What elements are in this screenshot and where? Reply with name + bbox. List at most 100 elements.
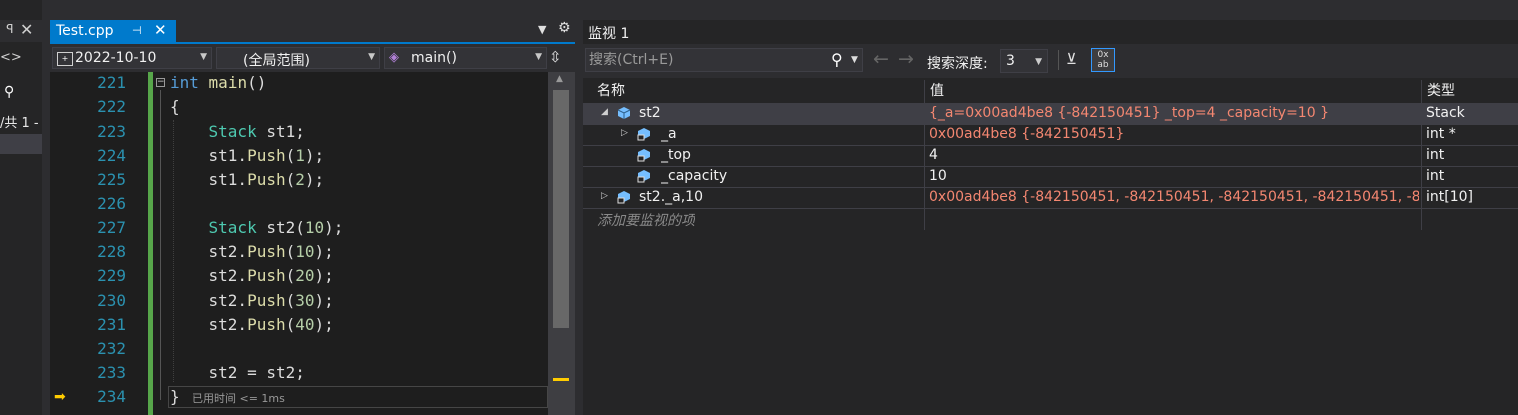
watch-row-top[interactable]: _top 4 int	[583, 145, 1518, 166]
code-token: 1	[295, 146, 305, 165]
watch-row-type: int	[1426, 168, 1445, 184]
line-number: 232	[97, 339, 126, 358]
split-editor-icon[interactable]: ⇳	[549, 48, 562, 66]
chevron-down-icon: ▼	[535, 52, 542, 62]
expand-arrow-icon[interactable]: ▷	[601, 191, 608, 201]
scrollbar-caret-marker	[553, 378, 569, 381]
code-token: Push	[247, 291, 286, 310]
line-number: 224	[97, 146, 126, 165]
code-token: {	[170, 97, 180, 116]
watch-search-box[interactable]: ⚲ ▼	[585, 48, 863, 72]
tab-pin-icon[interactable]: ⊣	[132, 24, 142, 37]
gear-icon[interactable]: ⚙	[558, 20, 571, 36]
watch-row-value[interactable]: {_a=0x00ad4be8 {-842150451} _top=4 _capa…	[929, 105, 1419, 121]
function-cube-icon: ◈	[389, 50, 399, 65]
watch-window-title[interactable]: 监视 1	[588, 23, 629, 43]
field-lock-icon	[637, 170, 650, 183]
tab-test-cpp[interactable]: Test.cpp ⊣ ✕	[50, 20, 176, 42]
watch-row-value[interactable]: 0x00ad4be8 {-842150451}	[929, 126, 1419, 142]
code-token: (	[285, 291, 296, 310]
scroll-up-icon[interactable]: ▲	[556, 74, 563, 84]
collapse-icon[interactable]: −	[156, 78, 165, 87]
project-dropdown[interactable]: + 2022-10-10 ▼	[52, 47, 212, 69]
code-token: 30	[295, 291, 315, 310]
scope-name: (全局范围)	[243, 53, 310, 69]
function-dropdown[interactable]: ◈ main() ▼	[384, 47, 547, 69]
code-token: );	[304, 146, 325, 165]
object-icon	[617, 107, 631, 119]
watch-row-name: _a	[661, 126, 677, 142]
chevron-down-icon[interactable]: ▼	[851, 55, 858, 65]
search-next-icon[interactable]: →	[898, 48, 914, 70]
code-token: Stack	[208, 218, 257, 237]
search-depth-label: 搜索深度:	[927, 56, 988, 72]
change-tracking-bar	[148, 72, 153, 415]
code-token: Push	[247, 242, 286, 261]
perf-tip[interactable]: 已用时间 <= 1ms	[192, 390, 285, 406]
code-token: st1.	[170, 146, 248, 165]
column-separator[interactable]	[1421, 80, 1422, 230]
code-token: (	[285, 315, 296, 334]
watch-empty-area[interactable]	[583, 230, 1518, 415]
watch-row-capacity[interactable]: _capacity 10 int	[583, 166, 1518, 187]
code-line: int main()	[170, 71, 266, 95]
add-watch-item-placeholder[interactable]: 添加要监视的项	[597, 210, 695, 230]
code-token: );	[314, 315, 334, 334]
watch-add-item-row[interactable]: 添加要监视的项	[583, 208, 1518, 229]
column-header-name[interactable]: 名称	[583, 80, 925, 102]
scrollbar-thumb[interactable]	[553, 90, 569, 328]
search-depth-dropdown[interactable]: 3 ▼	[1000, 49, 1048, 73]
watch-row-a[interactable]: ▷ _a 0x00ad4be8 {-842150451} int *	[583, 124, 1518, 145]
code-line: st1.Push(1);	[170, 144, 325, 168]
code-token: );	[324, 218, 344, 237]
column-header-type[interactable]: 类型	[1422, 80, 1518, 102]
code-token: st2(	[256, 218, 305, 237]
field-lock-icon	[637, 128, 650, 141]
tab-close-icon[interactable]: ✕	[154, 21, 167, 39]
scope-dropdown[interactable]: (全局范围) ▼	[216, 47, 380, 69]
watch-row-type: int *	[1426, 126, 1456, 142]
search-previous-icon[interactable]: ←	[873, 48, 889, 70]
watch-row-value[interactable]: 10	[929, 168, 1419, 184]
left-selected-row[interactable]	[0, 134, 42, 154]
code-token: st1.	[170, 170, 248, 189]
watch-search-input[interactable]	[589, 51, 819, 69]
code-line: st2 = st2;	[170, 361, 305, 385]
code-token: 10	[295, 242, 315, 261]
left-code-icon[interactable]: <>	[0, 50, 22, 65]
code-token: (	[285, 146, 296, 165]
watch-row-value[interactable]: 4	[929, 147, 1419, 163]
watch-row-value[interactable]: 0x00ad4be8 {-842150451, -842150451, -842…	[929, 189, 1419, 205]
left-pin-icon[interactable]: ꟼ	[0, 22, 13, 36]
search-icon[interactable]: ⚲	[831, 50, 843, 69]
collapse-arrow-icon[interactable]: ◢	[601, 107, 608, 117]
function-name: main()	[411, 50, 457, 66]
hex-display-icon[interactable]: 0x ab	[1091, 48, 1115, 72]
left-close-icon[interactable]: ✕	[20, 20, 33, 39]
left-search-icon[interactable]: ⚲	[4, 84, 14, 100]
tab-list-dropdown-icon[interactable]: ▼	[538, 23, 546, 36]
code-token: (	[285, 266, 296, 285]
line-number: 221	[97, 73, 126, 92]
line-number: 222	[97, 97, 126, 116]
code-line: }	[170, 385, 180, 409]
pin-filter-icon[interactable]: ⊻	[1066, 50, 1077, 68]
watch-row-st2-a-10[interactable]: ▷ st2._a,10 0x00ad4be8 {-842150451, -842…	[583, 187, 1518, 208]
code-token: ()	[247, 73, 267, 92]
column-separator[interactable]	[924, 80, 925, 230]
watch-row-type: Stack	[1426, 105, 1465, 121]
pane-splitter[interactable]	[575, 20, 583, 415]
line-number: 230	[97, 291, 126, 310]
expand-arrow-icon[interactable]: ▷	[621, 128, 628, 138]
code-line: {	[170, 95, 180, 119]
code-token: 2	[295, 170, 305, 189]
code-line: Stack st2(10);	[170, 216, 344, 240]
code-token: int	[170, 73, 199, 92]
code-line: st2.Push(30);	[170, 289, 334, 313]
code-token: 20	[295, 266, 315, 285]
fold-guide	[160, 90, 161, 400]
column-header-value[interactable]: 值	[925, 80, 1422, 102]
watch-row-type: int	[1426, 147, 1445, 163]
watch-row-st2[interactable]: ◢ st2 {_a=0x00ad4be8 {-842150451} _top=4…	[583, 103, 1518, 124]
chevron-down-icon: ▼	[368, 52, 375, 62]
